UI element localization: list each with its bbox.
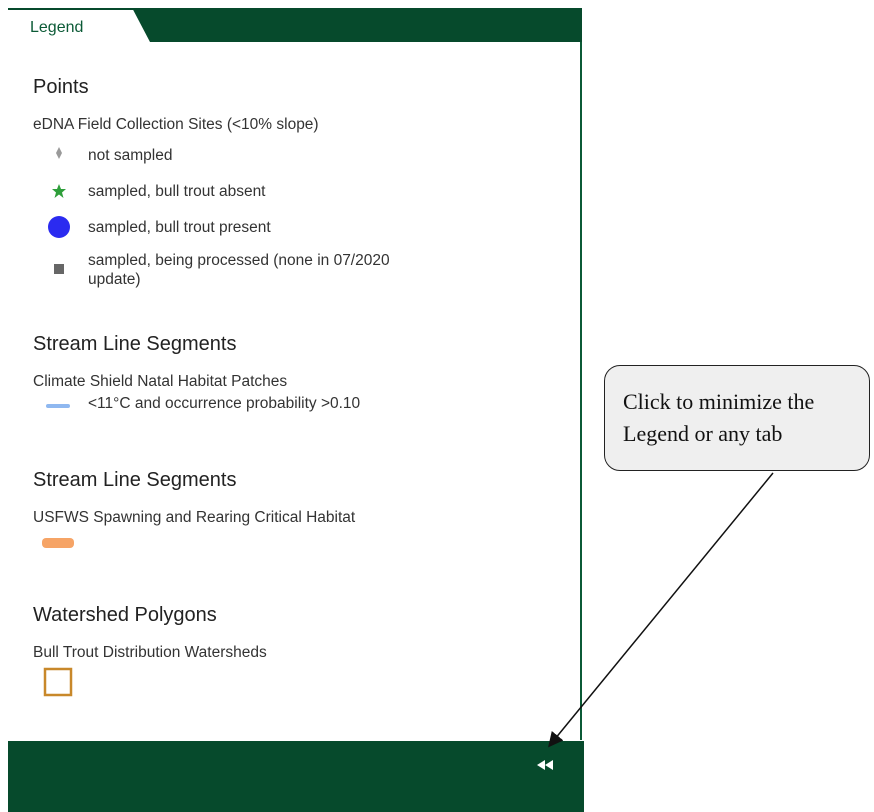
callout-arrow — [548, 472, 774, 748]
